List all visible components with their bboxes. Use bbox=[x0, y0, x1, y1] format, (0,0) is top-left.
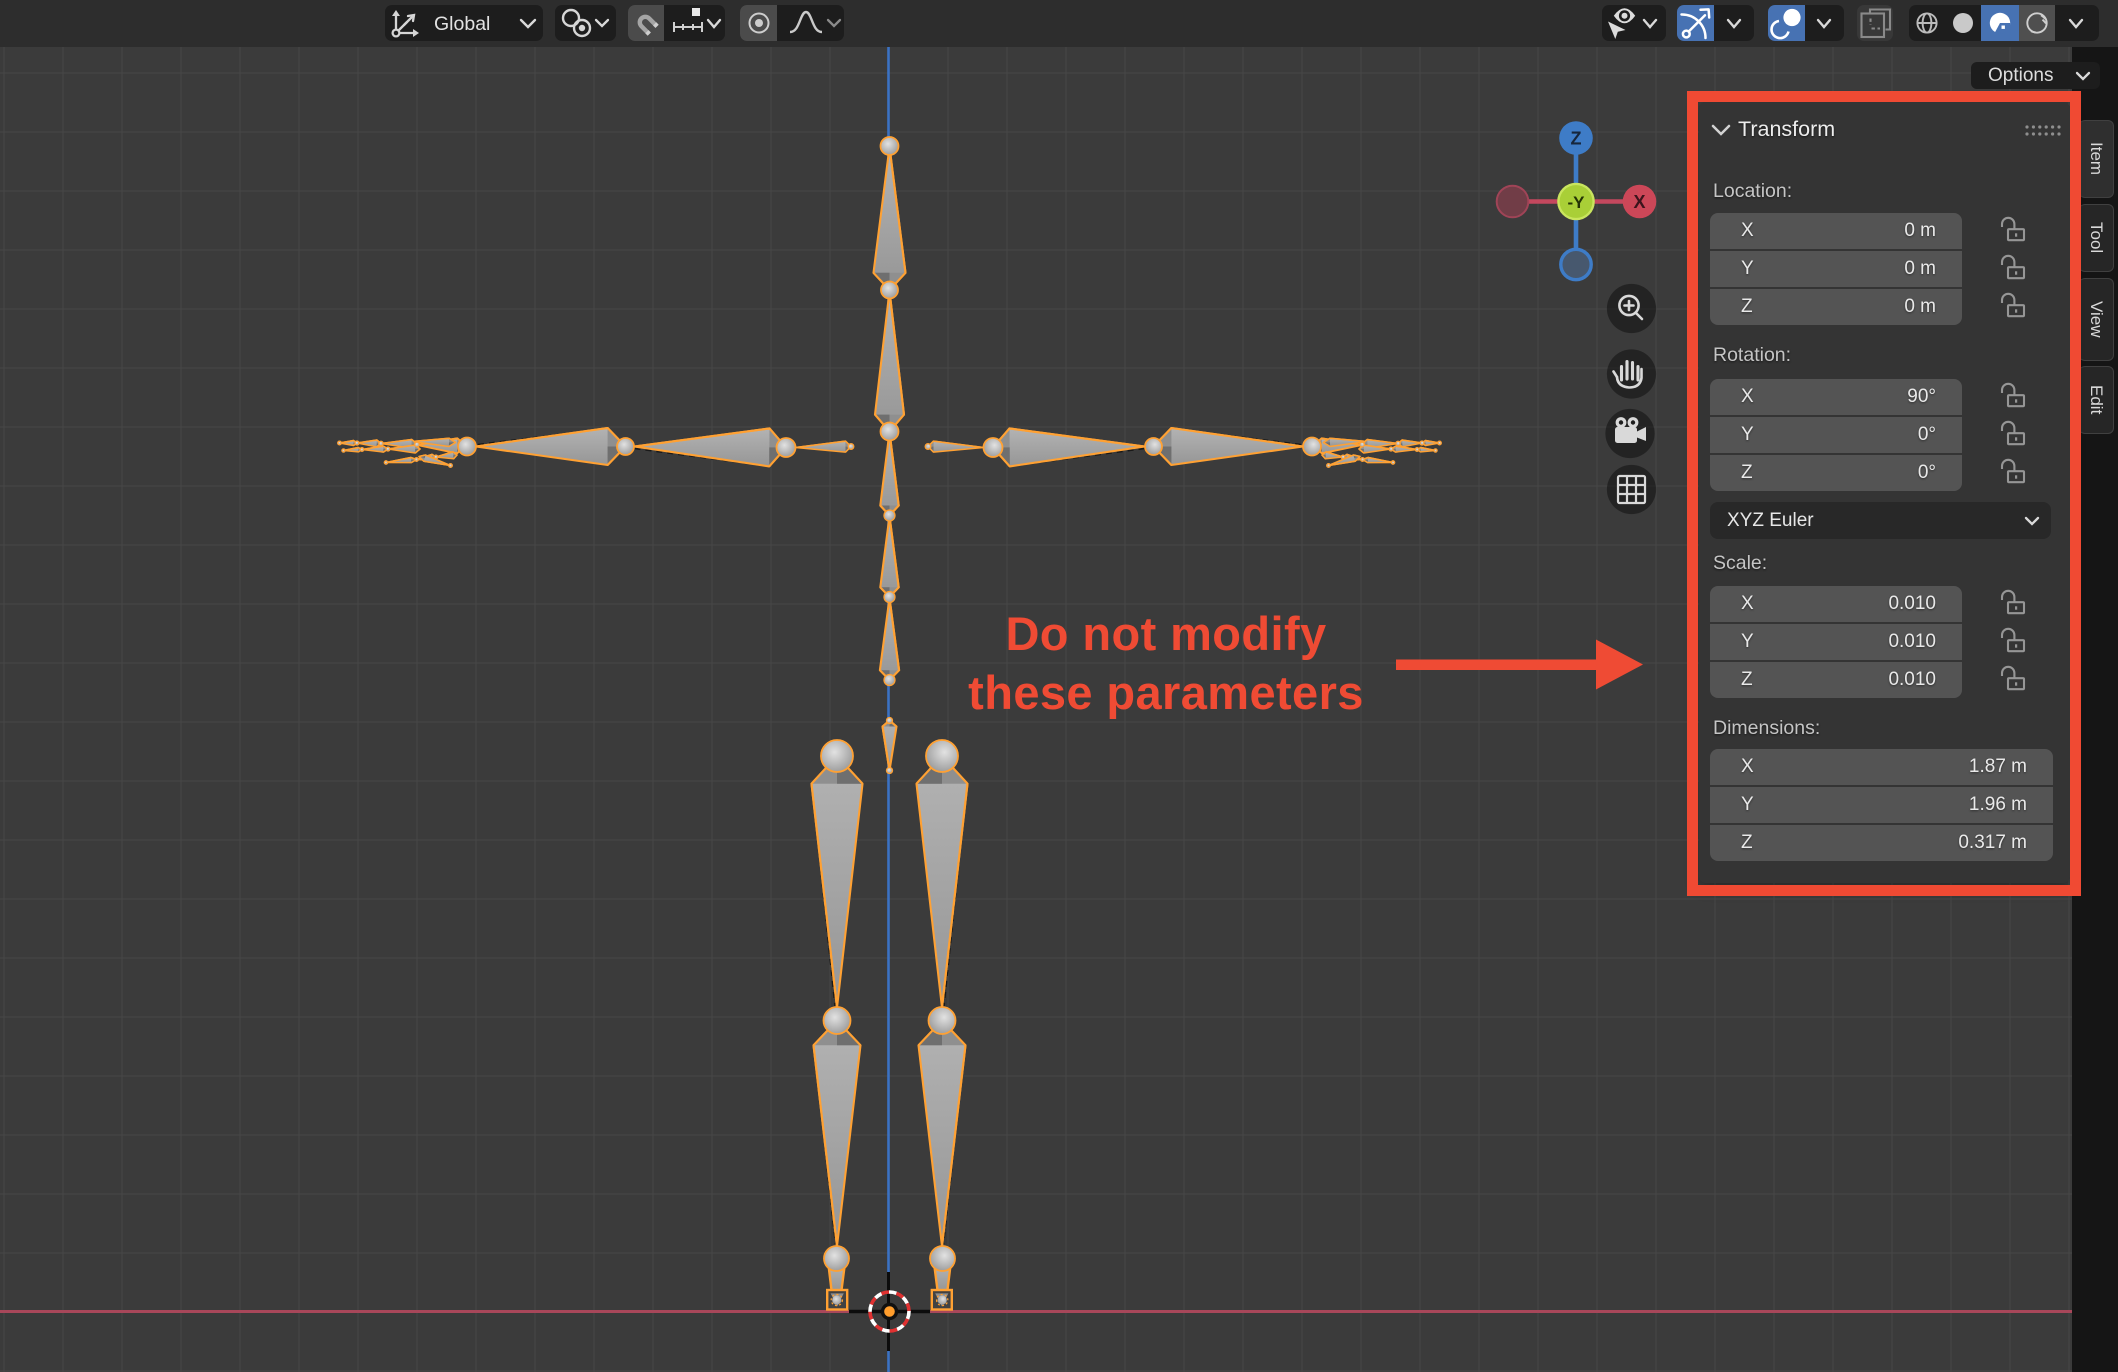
svg-text:X: X bbox=[1633, 192, 1645, 212]
svg-text:-Y: -Y bbox=[1568, 193, 1586, 212]
svg-text:Z: Z bbox=[1571, 129, 1582, 149]
